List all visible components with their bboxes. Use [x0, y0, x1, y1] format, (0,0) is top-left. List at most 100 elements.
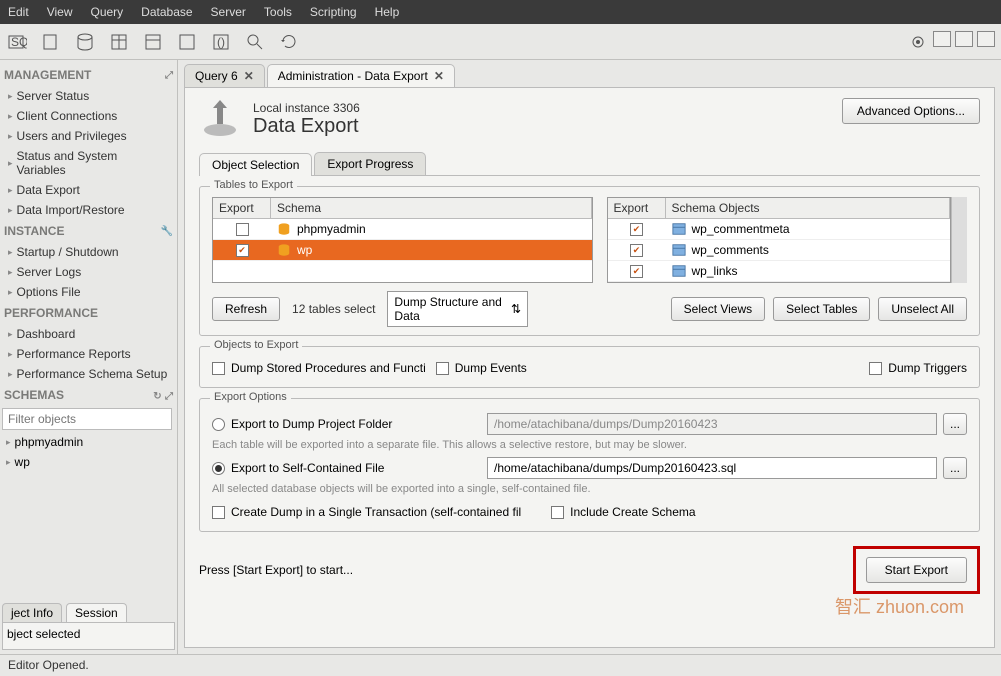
tool-db-icon[interactable] [74, 31, 96, 53]
sidebar-item-perf-schema[interactable]: ▸Performance Schema Setup [2, 364, 175, 384]
tab-admin-export[interactable]: Administration - Data Export✕ [267, 64, 455, 87]
menu-edit[interactable]: Edit [8, 5, 29, 19]
tables-to-export: Tables to Export Export Schema phpmyadmi… [199, 186, 980, 336]
tool-search-icon[interactable] [244, 31, 266, 53]
menu-tools[interactable]: Tools [264, 5, 292, 19]
sidebar-item-startup[interactable]: ▸Startup / Shutdown [2, 242, 175, 262]
chk-include-create-schema[interactable]: Include Create Schema [551, 505, 695, 519]
radio-project-folder[interactable] [212, 418, 225, 431]
object-row[interactable]: ✔ wp_comments [608, 240, 950, 261]
close-icon[interactable]: ✕ [244, 69, 254, 83]
checkbox[interactable]: ✔ [630, 244, 643, 257]
unselect-all-button[interactable]: Unselect All [878, 297, 967, 321]
status-bar: Editor Opened. [0, 654, 1001, 676]
schema-table: Export Schema phpmyadmin ✔ wp [212, 197, 593, 283]
sidebar-item-data-import[interactable]: ▸Data Import/Restore [2, 200, 175, 220]
start-highlight: Start Export [853, 546, 980, 594]
select-views-button[interactable]: Select Views [671, 297, 765, 321]
close-icon[interactable]: ✕ [434, 69, 444, 83]
col-export[interactable]: Export [608, 198, 666, 218]
tool-proc-icon[interactable]: () [210, 31, 232, 53]
checkbox[interactable] [236, 223, 249, 236]
menu-help[interactable]: Help [375, 5, 400, 19]
hint-project: Each table will be exported into a separ… [212, 439, 967, 451]
chk-single-transaction[interactable]: Create Dump in a Single Transaction (sel… [212, 505, 521, 519]
checkbox[interactable]: ✔ [630, 223, 643, 236]
chk-dump-procs[interactable]: Dump Stored Procedures and Functi [212, 361, 426, 375]
checkbox[interactable] [212, 506, 225, 519]
svg-text:(): () [217, 35, 225, 49]
schema-phpmyadmin[interactable]: ▸phpmyadmin [2, 432, 175, 452]
sidebar-item-users[interactable]: ▸Users and Privileges [2, 126, 175, 146]
database-icon [277, 222, 291, 236]
schema-wp[interactable]: ▸wp [2, 452, 175, 472]
tool-table-icon[interactable] [108, 31, 130, 53]
checkbox[interactable]: ✔ [630, 265, 643, 278]
project-folder-path[interactable] [487, 413, 937, 435]
advanced-options-button[interactable]: Advanced Options... [842, 98, 980, 124]
layout-btn-3[interactable] [977, 31, 995, 47]
sidebar-item-client-connections[interactable]: ▸Client Connections [2, 106, 175, 126]
layout-btn-2[interactable] [955, 31, 973, 47]
instance-label: Local instance 3306 [253, 101, 360, 115]
menu-query[interactable]: Query [90, 5, 123, 19]
refresh-button[interactable]: Refresh [212, 297, 280, 321]
col-export[interactable]: Export [213, 198, 271, 218]
chk-dump-triggers[interactable]: Dump Triggers [869, 361, 967, 375]
checkbox[interactable] [212, 362, 225, 375]
sidebar-item-server-logs[interactable]: ▸Server Logs [2, 262, 175, 282]
scrollbar[interactable] [951, 197, 967, 283]
tool-sql-icon[interactable]: SQL [6, 31, 28, 53]
schema-row-selected[interactable]: ✔ wp [213, 240, 592, 261]
col-objects[interactable]: Schema Objects [666, 198, 950, 218]
checkbox[interactable] [551, 506, 564, 519]
checkbox[interactable] [436, 362, 449, 375]
sidebar-item-options-file[interactable]: ▸Options File [2, 282, 175, 302]
radio-label: Export to Dump Project Folder [231, 417, 481, 431]
menu-view[interactable]: View [47, 5, 73, 19]
dump-mode-select[interactable]: Dump Structure and Data⇅ [387, 291, 528, 327]
subtab-object-selection[interactable]: Object Selection [199, 153, 312, 176]
select-tables-button[interactable]: Select Tables [773, 297, 870, 321]
start-export-button[interactable]: Start Export [866, 557, 967, 583]
tool-table2-icon[interactable] [142, 31, 164, 53]
menu-scripting[interactable]: Scripting [310, 5, 357, 19]
subtab-export-progress[interactable]: Export Progress [314, 152, 426, 175]
expand-icon[interactable]: ⤢ [165, 70, 173, 81]
menu-database[interactable]: Database [141, 5, 192, 19]
objects-to-export: Objects to Export Dump Stored Procedures… [199, 346, 980, 388]
object-row[interactable]: ✔ wp_commentmeta [608, 219, 950, 240]
tool-refresh-icon[interactable] [278, 31, 300, 53]
gear-icon[interactable] [907, 31, 929, 53]
database-icon [277, 243, 291, 257]
browse-button[interactable]: ... [943, 457, 967, 479]
schema-row[interactable]: phpmyadmin [213, 219, 592, 240]
self-contained-path[interactable] [487, 457, 937, 479]
checkbox[interactable] [869, 362, 882, 375]
tool-new-icon[interactable] [40, 31, 62, 53]
radio-self-contained[interactable] [212, 462, 225, 475]
filter-objects-input[interactable] [2, 408, 172, 430]
export-icon [199, 98, 241, 140]
section-performance: PERFORMANCE [2, 302, 175, 324]
checkbox[interactable]: ✔ [236, 244, 249, 257]
chk-dump-events[interactable]: Dump Events [436, 361, 527, 375]
tab-session[interactable]: Session [66, 603, 127, 622]
sidebar-item-server-status[interactable]: ▸Server Status [2, 86, 175, 106]
browse-button[interactable]: ... [943, 413, 967, 435]
wrench-icon: 🔧 [161, 226, 173, 237]
sidebar-item-status-vars[interactable]: ▸Status and System Variables [2, 146, 175, 180]
sidebar-item-dashboard[interactable]: ▸Dashboard [2, 324, 175, 344]
refresh-icon[interactable]: ↻ [153, 391, 161, 402]
menu-server[interactable]: Server [211, 5, 246, 19]
expand-icon[interactable]: ⤢ [165, 391, 173, 402]
toolbar: SQL () [0, 24, 1001, 60]
tool-table3-icon[interactable] [176, 31, 198, 53]
tab-object-info[interactable]: ject Info [2, 603, 62, 622]
tab-query[interactable]: Query 6✕ [184, 64, 265, 87]
layout-btn-1[interactable] [933, 31, 951, 47]
col-schema[interactable]: Schema [271, 198, 592, 218]
sidebar-item-data-export[interactable]: ▸Data Export [2, 180, 175, 200]
sidebar-item-perf-reports[interactable]: ▸Performance Reports [2, 344, 175, 364]
object-row[interactable]: ✔ wp_links [608, 261, 950, 282]
